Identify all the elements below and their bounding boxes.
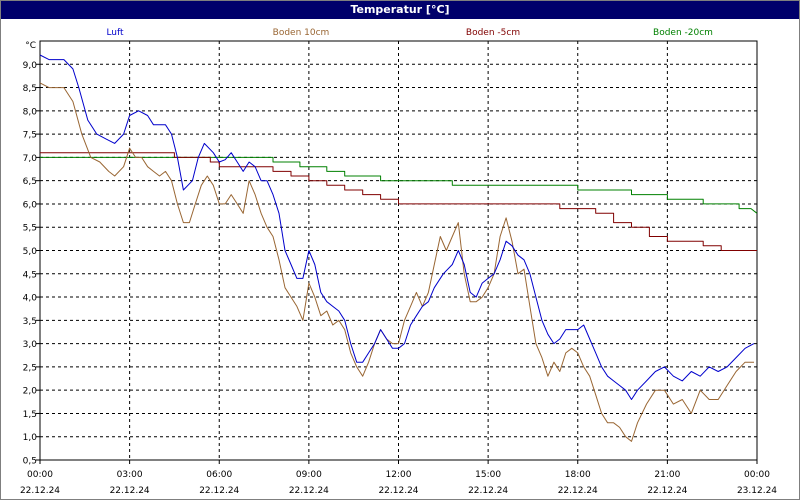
x-tick-date-label: 22.12.24 [289,486,329,496]
x-tick-time-label: 09:00 [296,470,322,480]
y-tick-label: 5,0 [23,247,38,257]
y-axis-label: °C [25,41,36,51]
x-tick-time-label: 00:00 [27,470,53,480]
y-tick-label: 6,5 [23,177,37,187]
y-tick-label: 0,5 [23,457,37,467]
y-tick-label: 7,5 [23,131,37,141]
x-tick-date-label: 22.12.24 [199,486,239,496]
y-tick-label: 2,5 [23,363,37,373]
x-tick-date-label: 22.12.24 [378,486,418,496]
y-tick-label: 4,0 [23,294,38,304]
y-tick-label: 2,0 [23,387,38,397]
x-tick-date-label: 22.12.24 [558,486,598,496]
y-tick-label: 5,5 [23,224,37,234]
x-tick-time-label: 12:00 [386,470,412,480]
y-tick-label: 1,0 [23,433,38,443]
x-tick-date-label: 22.12.24 [647,486,687,496]
y-tick-label: 4,5 [23,270,37,280]
legend-entry: Boden 10cm [273,28,330,38]
x-tick-time-label: 21:00 [654,470,680,480]
x-tick-date-label: 22.12.24 [468,486,508,496]
x-tick-time-label: 06:00 [206,470,232,480]
series-line-boden-10cm [39,82,754,442]
x-tick-date-label: 22.12.24 [110,486,150,496]
y-tick-label: 6,0 [23,200,38,210]
x-tick-time-label: 03:00 [117,470,143,480]
legend-entry: Boden -5cm [466,28,520,38]
x-tick-time-label: 00:00 [744,470,770,480]
y-tick-label: 8,0 [23,107,38,117]
temperature-chart: 0,5 1,0 1,5 2,0 2,5 3,0 3,5 4,0 4,5 5,0 5,5 6,0 6,5 7… [20,28,777,496]
y-tick-label: 3,5 [23,317,37,327]
y-tick-label: 8,5 [23,84,37,94]
x-tick-time-label: 18:00 [565,470,591,480]
legend-entry: Luft [106,28,124,38]
y-tick-label: 9,0 [23,61,38,71]
y-tick-label: 3,0 [23,340,38,350]
x-tick-date-label: 23.12.24 [737,486,777,496]
y-tick-label: 1,5 [23,410,37,420]
x-tick-time-label: 15:00 [475,470,501,480]
x-tick-date-label: 22.12.24 [20,486,60,496]
legend: Luft Boden 10cm Boden -5cm Boden -20cm [106,28,713,38]
y-tick-label: 7,0 [23,154,38,164]
chart-window: Temperatur [°C] 0,5 1,0 1,5 2,0 2,5 3,0 3,5 4,0… [0,0,800,500]
grid-lines [40,41,757,460]
legend-entry: Boden -20cm [653,28,713,38]
